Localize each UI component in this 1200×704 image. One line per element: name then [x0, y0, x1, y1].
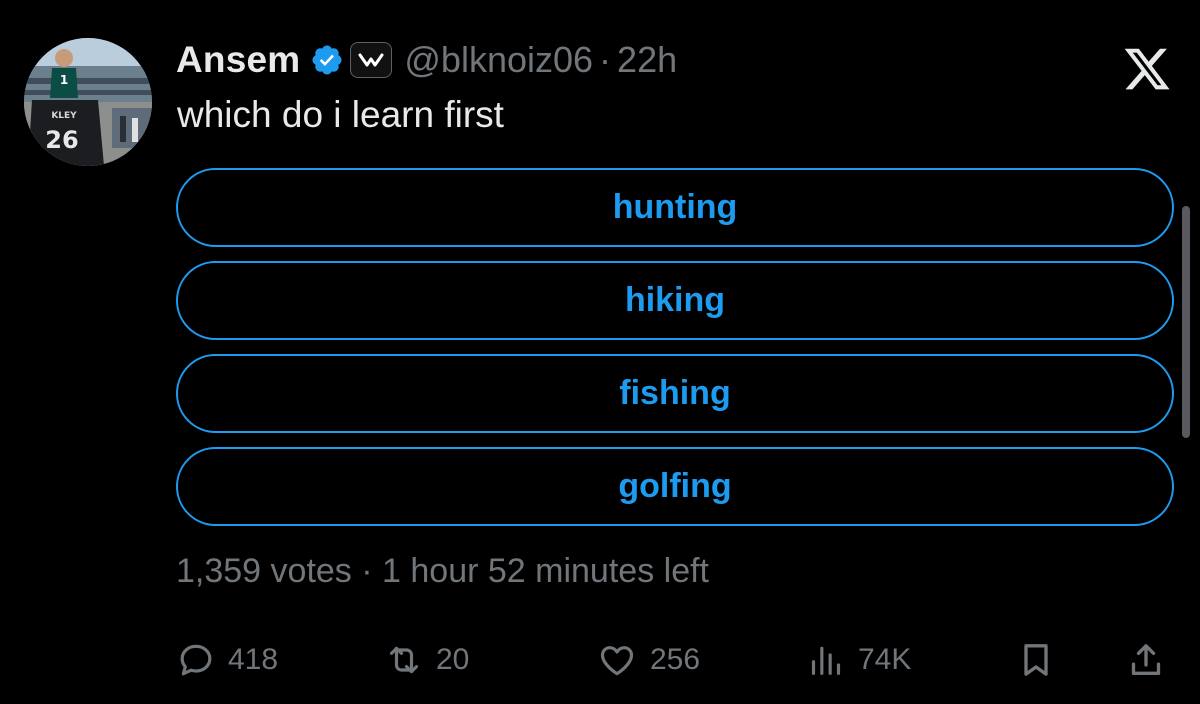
like-button[interactable]: 256	[596, 634, 700, 686]
separator-dot: ·	[599, 39, 612, 80]
poll-option-label: hiking	[624, 281, 726, 319]
affiliate-badge-icon[interactable]	[350, 42, 393, 78]
poll-votes: 1,359 votes	[176, 552, 352, 590]
poll-option-hiking[interactable]: hiking	[176, 261, 1174, 340]
author-handle[interactable]: @blknoiz06	[404, 39, 593, 81]
share-icon	[1131, 644, 1161, 675]
tweet-header: Ansem @blknoiz06 · 22h	[176, 36, 677, 84]
scrollbar[interactable]	[1182, 206, 1190, 438]
reply-button[interactable]: 418	[176, 634, 278, 686]
views-count: 74K	[858, 643, 912, 676]
heart-icon	[600, 646, 634, 676]
reply-count: 418	[228, 643, 279, 676]
share-button[interactable]	[1126, 634, 1166, 686]
svg-text:KLEY: KLEY	[51, 111, 77, 121]
svg-text:1: 1	[60, 73, 68, 87]
repost-count: 20	[436, 643, 470, 676]
author-name[interactable]: Ansem	[176, 39, 300, 81]
views-button[interactable]: 74K	[806, 634, 911, 686]
poll-meta: 1,359 votes · 1 hour 52 minutes left	[176, 552, 709, 591]
poll-option-hunting[interactable]: hunting	[176, 168, 1174, 247]
poll-option-golfing[interactable]: golfing	[176, 447, 1174, 526]
bookmark-icon	[1024, 644, 1048, 676]
tweet-text: which do i learn first	[177, 94, 504, 135]
analytics-icon	[811, 646, 841, 675]
repost-button[interactable]: 20	[384, 634, 469, 686]
poll: hunting hiking fishing golfing	[176, 168, 1174, 540]
verified-badge-icon	[312, 45, 342, 75]
timestamp[interactable]: 22h	[617, 39, 677, 81]
poll-option-fishing[interactable]: fishing	[176, 354, 1174, 433]
poll-time-left: 1 hour 52 minutes left	[382, 552, 709, 590]
reply-icon	[180, 644, 212, 676]
avatar[interactable]: 1 KLEY 26	[24, 38, 152, 166]
poll-option-label: golfing	[618, 467, 732, 505]
action-bar: 418 20 256 74K	[176, 634, 1166, 686]
poll-option-label: hunting	[612, 188, 738, 226]
poll-option-label: fishing	[619, 374, 731, 412]
repost-icon	[389, 646, 419, 674]
bookmark-button[interactable]	[1016, 634, 1056, 686]
separator-dot: ·	[361, 552, 373, 590]
jersey-number: 26	[45, 126, 78, 154]
like-count: 256	[650, 643, 701, 676]
x-logo-icon[interactable]	[1121, 44, 1173, 94]
